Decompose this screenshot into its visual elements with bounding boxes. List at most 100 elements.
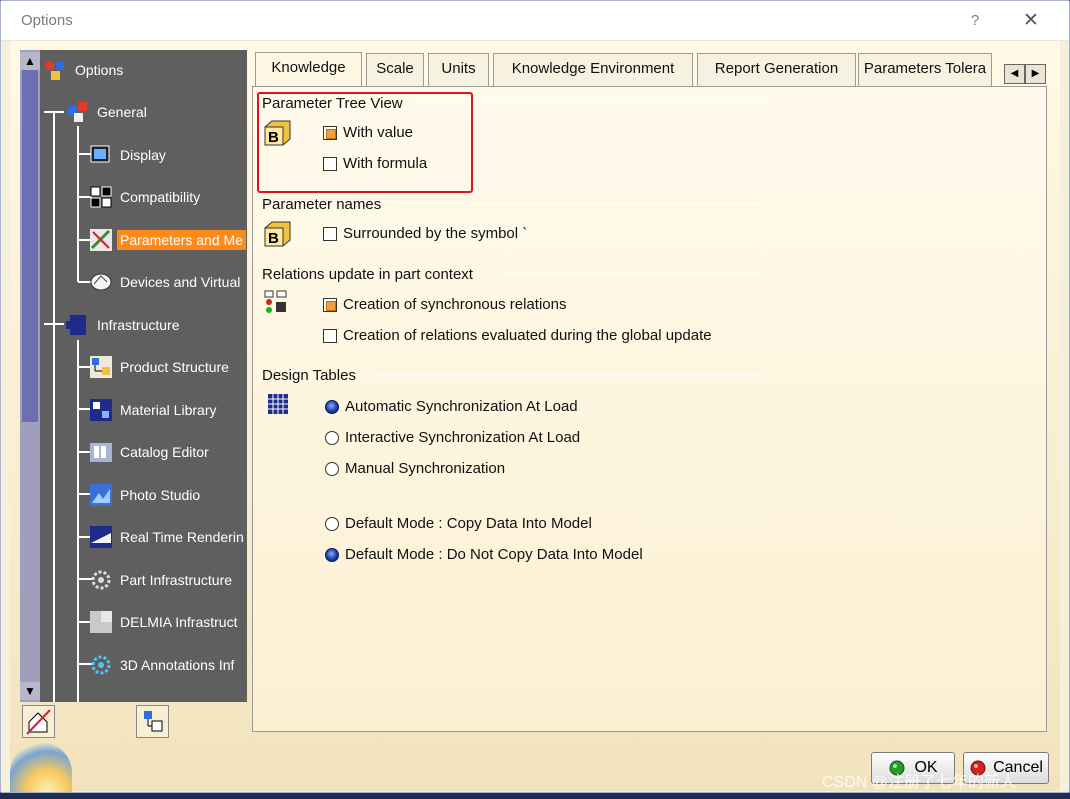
help-button[interactable]: ? (963, 9, 987, 33)
tree-scrollbar-thumb[interactable] (22, 70, 38, 422)
tree-label-3d-annotations: 3D Annotations Inf (120, 657, 235, 673)
design-table-icon (268, 394, 288, 414)
interactive-sync-label: Interactive Synchronization At Load (345, 429, 581, 446)
tree-item-catalog-editor[interactable]: Catalog Editor (89, 438, 212, 466)
tree-item-infrastructure[interactable]: Infrastructure (66, 311, 182, 339)
tab-scroll-left[interactable]: ◀ (1004, 64, 1025, 84)
tree-label-delmia-infrastructure: DELMIA Infrastruct (120, 614, 238, 630)
general-icon (68, 102, 87, 122)
tree-item-product-structure[interactable]: Product Structure (89, 353, 232, 381)
reset-options-button[interactable] (22, 705, 55, 738)
csdn-watermark: CSDN @注册了七年的新人 (822, 774, 1017, 791)
do-not-copy-data-radio[interactable]: Default Mode : Do Not Copy Data Into Mod… (325, 546, 643, 563)
display-icon (90, 145, 110, 163)
tree-item-options[interactable]: Options (44, 56, 126, 84)
tree-label-general: General (97, 104, 147, 120)
tree-label-display: Display (120, 147, 166, 163)
radio-dot[interactable] (325, 399, 339, 414)
copy-data-label: Default Mode : Copy Data Into Model (345, 515, 592, 532)
automatic-sync-radio[interactable]: Automatic Synchronization At Load (325, 398, 578, 415)
global-update-relations-checkbox[interactable]: Creation of relations evaluated during t… (323, 327, 712, 344)
tree-item-real-time-rendering[interactable]: Real Time Renderin (89, 523, 247, 551)
global-update-relations-label: Creation of relations evaluated during t… (343, 327, 712, 344)
surrounded-by-symbol-checkbox[interactable]: Surrounded by the symbol ` (323, 225, 527, 242)
product-structure-icon (90, 356, 112, 378)
tab-knowledge[interactable]: Knowledge (255, 52, 362, 87)
tree-label-parameters: Parameters and Me (117, 230, 246, 250)
section-title-design-tables: Design Tables (262, 367, 356, 384)
manual-sync-label: Manual Synchronization (345, 460, 506, 477)
manual-sync-radio[interactable]: Manual Synchronization (325, 460, 505, 477)
radio-dot[interactable] (325, 430, 339, 445)
svg-text:B: B (268, 230, 279, 247)
home-reset-icon (26, 709, 51, 735)
section-divider (396, 203, 763, 204)
tree-label-infrastructure: Infrastructure (97, 317, 180, 333)
tab-scroll-right[interactable]: ▶ (1025, 64, 1046, 84)
delmia-icon (90, 611, 112, 633)
scroll-down-arrow[interactable]: ▼ (20, 682, 40, 700)
checkbox-box[interactable] (323, 328, 337, 343)
tree-item-material-library[interactable]: Material Library (89, 396, 219, 424)
radio-dot[interactable] (325, 516, 339, 531)
synchronous-relations-checkbox[interactable]: Creation of synchronous relations (323, 296, 566, 313)
tab-scale[interactable]: Scale (366, 53, 424, 86)
tree-settings-icon (144, 711, 163, 732)
lock-settings-button[interactable] (136, 705, 169, 738)
tree-label-devices: Devices and Virtual (120, 274, 241, 290)
tree-item-compatibility[interactable]: Compatibility (89, 183, 203, 211)
tree-label-real-time-rendering: Real Time Renderin (120, 529, 244, 545)
gear-icon (91, 570, 111, 590)
tree-item-display[interactable]: Display (89, 141, 169, 169)
tree-item-photo-studio[interactable]: Photo Studio (89, 481, 203, 509)
options-root-icon (46, 62, 64, 80)
catalog-editor-icon (90, 443, 112, 462)
tree-label-catalog-editor: Catalog Editor (120, 444, 209, 460)
red-highlight-box (257, 92, 473, 193)
material-library-icon (90, 399, 112, 421)
tree-item-general[interactable]: General (66, 98, 150, 126)
annotations-gear-icon (91, 655, 111, 675)
infrastructure-icon (66, 315, 86, 335)
tree-item-devices[interactable]: Devices and Virtual (89, 268, 243, 296)
title-bar: Options ? ✕ (1, 1, 1069, 41)
surrounded-by-symbol-label: Surrounded by the symbol ` (343, 225, 528, 242)
synchronous-relations-label: Creation of synchronous relations (343, 296, 567, 313)
close-button[interactable]: ✕ (1018, 9, 1044, 33)
radio-dot[interactable] (325, 547, 339, 562)
section-divider (373, 374, 763, 375)
copy-data-radio[interactable]: Default Mode : Copy Data Into Model (325, 515, 592, 532)
section-divider (504, 273, 763, 274)
section-title-parameter-names: Parameter names (262, 196, 382, 213)
window-title: Options (21, 12, 73, 29)
tab-units[interactable]: Units (428, 53, 489, 86)
parameters-icon (90, 229, 112, 251)
tree-item-delmia-infrastructure[interactable]: DELMIA Infrastruct (89, 608, 247, 636)
tree-item-parameters-and-measure[interactable]: Parameters and Me (89, 226, 247, 254)
tree-label-compatibility: Compatibility (120, 189, 201, 205)
automatic-sync-label: Automatic Synchronization At Load (345, 398, 578, 415)
tab-parameters-tolerance[interactable]: Parameters Tolera (858, 53, 992, 86)
do-not-copy-data-label: Default Mode : Do Not Copy Data Into Mod… (345, 546, 643, 563)
relations-icon (264, 290, 287, 313)
tree-label-material-library: Material Library (120, 402, 217, 418)
checkbox-box[interactable] (323, 226, 337, 241)
photo-studio-icon (90, 484, 112, 506)
tree-label-product-structure: Product Structure (120, 359, 229, 375)
tree-label-options: Options (75, 62, 124, 78)
tree-item-3d-annotations[interactable]: 3D Annotations Inf (89, 651, 247, 679)
tree-item-part-infrastructure[interactable]: Part Infrastructure (89, 566, 235, 594)
tree-label-part-infrastructure: Part Infrastructure (120, 572, 233, 588)
radio-dot[interactable] (325, 461, 339, 476)
compatibility-icon (90, 186, 112, 208)
devices-icon (90, 273, 112, 291)
real-time-rendering-icon (90, 526, 112, 548)
scroll-up-arrow[interactable]: ▲ (20, 52, 40, 70)
interactive-sync-radio[interactable]: Interactive Synchronization At Load (325, 429, 580, 446)
checkbox-box[interactable] (323, 297, 337, 312)
parameter-name-icon: B (264, 221, 291, 247)
tab-knowledge-environment[interactable]: Knowledge Environment (493, 53, 693, 86)
tab-scroller: ◀ ▶ (1004, 63, 1048, 84)
section-title-relations-update: Relations update in part context (262, 266, 473, 283)
tab-report-generation[interactable]: Report Generation (697, 53, 856, 86)
